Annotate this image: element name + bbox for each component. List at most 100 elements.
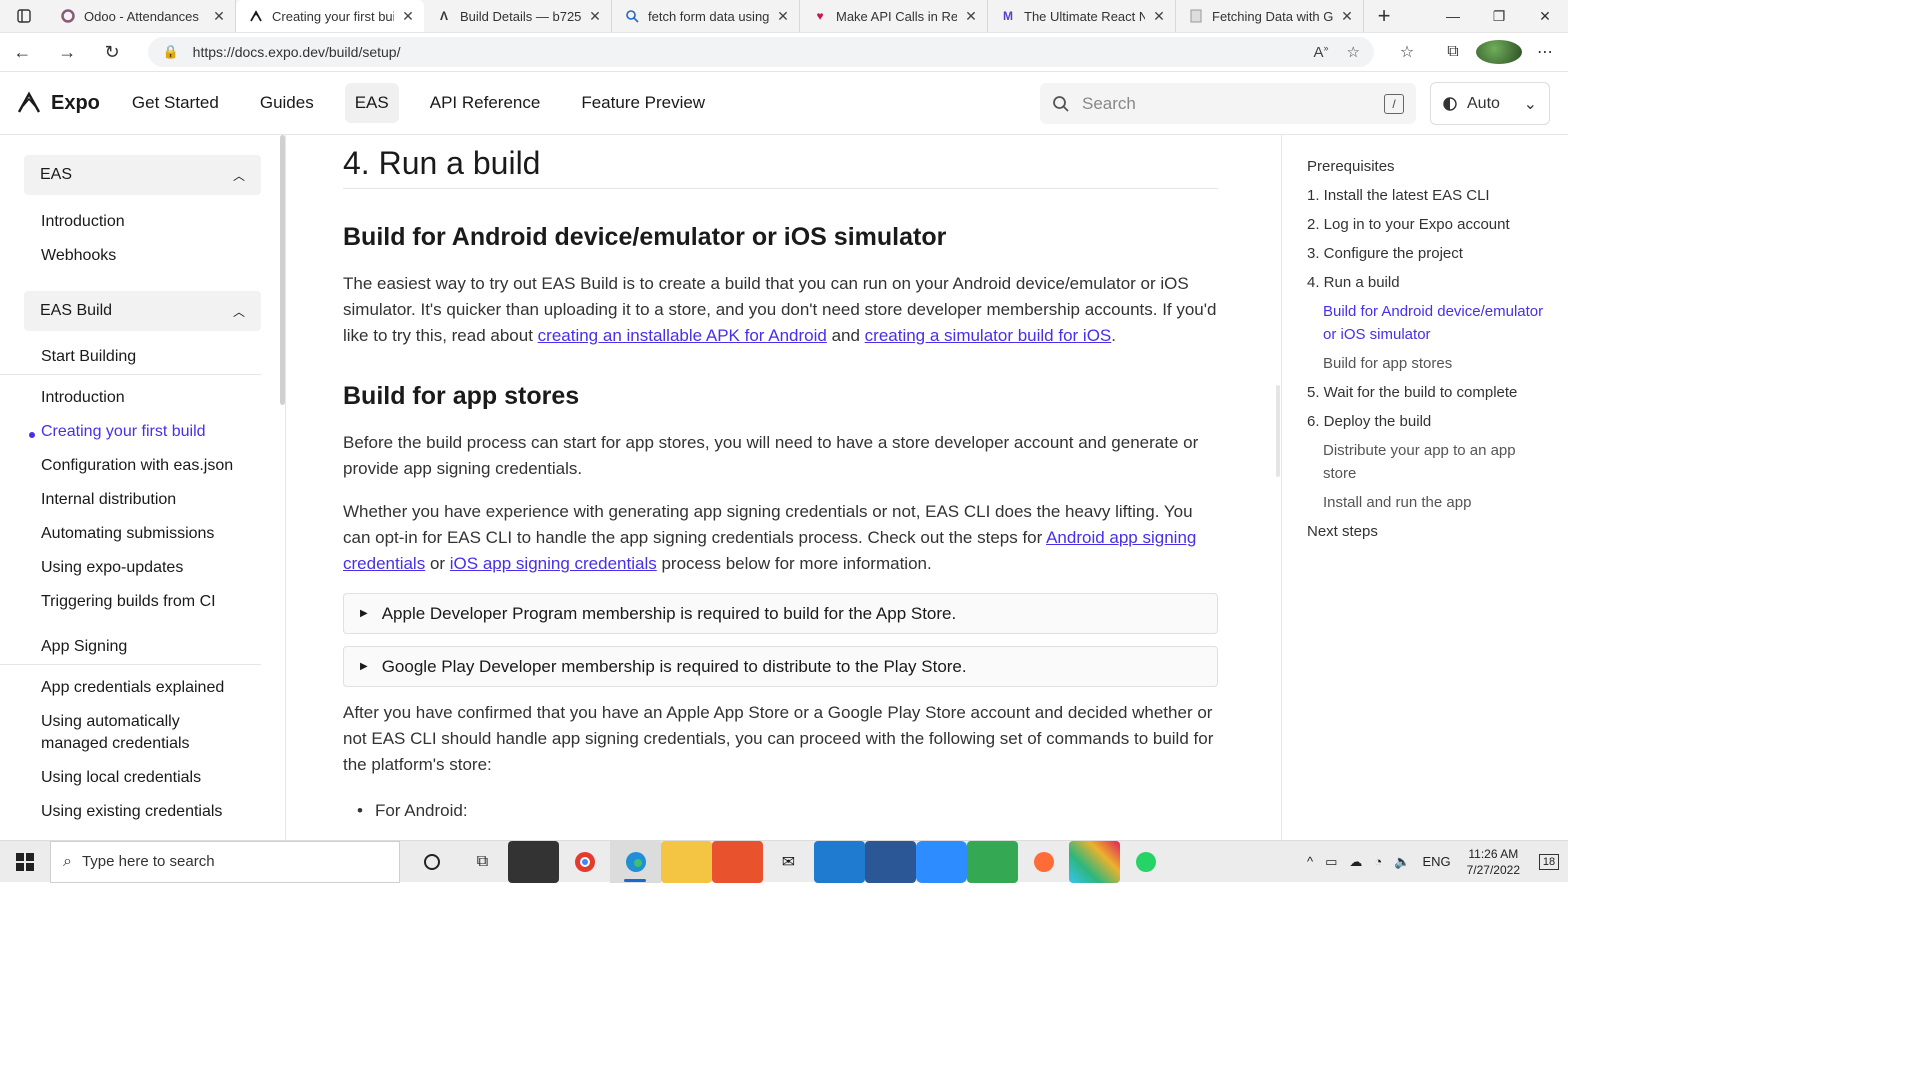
collections-icon[interactable]: ⧉ [1430,40,1476,64]
close-icon[interactable]: ✕ [775,8,791,25]
nav-eas[interactable]: EAS [344,83,399,123]
back-icon[interactable]: ← [0,33,45,72]
paragraph-signing: Whether you have experience with generat… [343,499,1218,577]
mail-icon[interactable]: ✉ [763,841,814,883]
sidebar-item-automating-submissions[interactable]: Automating submissions [0,523,285,545]
link-apk-android[interactable]: creating an installable APK for Android [538,326,827,345]
toc-item-build-simulator[interactable]: Build for Android device/emulator or iOS… [1323,300,1553,346]
zoom-icon[interactable] [916,840,967,883]
toc-item-run-build[interactable]: 4. Run a build [1307,271,1400,294]
sidebar-item-internal-distribution[interactable]: Internal distribution [0,489,285,511]
file-explorer-icon[interactable] [661,840,712,883]
caret-right-icon: ▶ [360,661,368,672]
word-icon[interactable] [865,840,916,883]
postman-icon[interactable] [1018,841,1069,883]
sidebar-item-expo-updates[interactable]: Using expo-updates [0,557,285,579]
edge-icon[interactable] [610,840,661,883]
toc-item-install-run[interactable]: Install and run the app [1323,491,1471,514]
close-icon[interactable]: ✕ [1151,8,1167,25]
minimize-icon[interactable]: — [1430,0,1476,32]
sidebar-section-eas[interactable]: EAS ︿ [24,155,261,195]
sidebar-scrollbar[interactable] [280,135,285,405]
toc-item-build-app-stores[interactable]: Build for app stores [1323,352,1452,375]
toc-item-configure[interactable]: 3. Configure the project [1307,242,1463,265]
browser-tab[interactable]: fetch form data using ✕ [612,0,800,32]
whatsapp-icon[interactable] [1120,841,1171,883]
system-clock[interactable]: 11:26 AM 7/27/2022 [1467,846,1520,878]
task-view-icon[interactable]: ⧉ [457,841,508,883]
browser-tab[interactable]: Λ Build Details — b725 ✕ [424,0,612,32]
more-menu-icon[interactable]: ⋯ [1522,40,1568,64]
office-icon[interactable] [712,840,763,883]
notification-center-icon[interactable]: 18 [1530,841,1568,883]
toc-item-install-cli[interactable]: 1. Install the latest EAS CLI [1307,184,1490,207]
refresh-icon[interactable]: ↻ [90,33,135,72]
windows-start-button[interactable] [0,841,50,883]
slack-icon[interactable] [1069,840,1120,883]
link-ios-signing[interactable]: iOS app signing credentials [450,554,657,573]
toc-item-distribute[interactable]: Distribute your app to an app store [1323,439,1538,485]
meet-icon[interactable] [967,840,1018,883]
close-icon[interactable]: ✕ [211,8,227,25]
forward-icon[interactable]: → [45,33,90,72]
close-icon[interactable]: ✕ [1339,8,1355,25]
nav-feature-preview[interactable]: Feature Preview [571,83,715,123]
favorite-add-icon[interactable]: ☆ [1347,43,1360,61]
browser-tab-active[interactable]: Creating your first bui ✕ [236,0,424,32]
sidebar-item-webhooks[interactable]: Webhooks [0,245,285,267]
details-apple-membership[interactable]: ▶ Apple Developer Program membership is … [343,593,1218,634]
url-field[interactable]: 🔒 https://docs.expo.dev/build/setup/ A» … [148,37,1374,67]
chrome-icon[interactable] [559,841,610,883]
sidebar-item-introduction[interactable]: Introduction [0,211,285,233]
store-icon[interactable] [508,840,559,883]
close-window-icon[interactable]: ✕ [1522,0,1568,32]
close-icon[interactable]: ✕ [963,8,979,25]
volume-icon[interactable]: 🔈 [1394,854,1410,870]
cortana-icon[interactable] [406,841,457,883]
restore-icon[interactable]: ❐ [1476,0,1522,32]
nav-api-reference[interactable]: API Reference [420,83,551,123]
content-scrollbar[interactable] [1276,385,1280,477]
sidebar-item-existing-credentials[interactable]: Using existing credentials [0,801,285,823]
sidebar-item-build-introduction[interactable]: Introduction [0,387,285,409]
sidebar-item-local-credentials[interactable]: Using local credentials [0,767,285,789]
favorites-icon[interactable]: ☆ [1384,40,1430,64]
nav-guides[interactable]: Guides [250,83,324,123]
link-simulator-ios[interactable]: creating a simulator build for iOS [865,326,1112,345]
tab-actions-button[interactable] [0,0,48,32]
browser-tab-strip: Odoo - Attendances ✕ Creating your first… [0,0,1568,33]
toc-item-login[interactable]: 2. Log in to your Expo account [1307,213,1510,236]
sidebar-item-managed-credentials[interactable]: Using automatically managed credentials [0,711,240,755]
toc-item-wait[interactable]: 5. Wait for the build to complete [1307,381,1517,404]
taskbar-search-input[interactable]: ⌕ Type here to search [50,840,400,883]
nav-get-started[interactable]: Get Started [122,83,229,123]
onedrive-icon[interactable]: ☁ [1349,854,1362,870]
vscode-icon[interactable] [814,840,865,883]
chevron-up-icon[interactable]: ^ [1307,854,1313,869]
language-indicator[interactable]: ENG [1422,854,1450,869]
toc-item-deploy[interactable]: 6. Deploy the build [1307,410,1431,433]
details-google-membership[interactable]: ▶ Google Play Developer membership is re… [343,646,1218,687]
browser-tab[interactable]: Fetching Data with Ge ✕ [1176,0,1364,32]
toc-item-next-steps[interactable]: Next steps [1307,520,1378,543]
sidebar-item-creating-first-build[interactable]: Creating your first build [0,421,285,443]
browser-tab[interactable]: ♥ Make API Calls in Rea ✕ [800,0,988,32]
search-input[interactable]: Search / [1040,83,1416,124]
battery-icon[interactable]: ▭ [1325,854,1337,870]
sidebar-item-configuration[interactable]: Configuration with eas.json [0,455,285,477]
wifi-icon[interactable]: ◔ [1374,854,1382,869]
close-icon[interactable]: ✕ [587,8,603,25]
close-icon[interactable]: ✕ [400,8,416,25]
main-nav: Get Started Guides EAS API Reference Fea… [122,83,736,123]
new-tab-button[interactable]: + [1364,0,1404,32]
profile-avatar[interactable] [1475,40,1522,64]
browser-tab[interactable]: Odoo - Attendances ✕ [48,0,236,32]
toc-item-prerequisites[interactable]: Prerequisites [1307,155,1395,178]
sidebar-item-credentials-explained[interactable]: App credentials explained [0,677,285,699]
sidebar-section-eas-build[interactable]: EAS Build ︿ [24,291,261,331]
browser-tab[interactable]: M The Ultimate React Na ✕ [988,0,1176,32]
expo-logo[interactable]: Expo [16,90,100,116]
sidebar-item-triggering-ci[interactable]: Triggering builds from CI [0,591,285,613]
theme-select[interactable]: Auto ⌄ [1430,82,1550,125]
read-aloud-icon[interactable]: A» [1314,43,1329,61]
